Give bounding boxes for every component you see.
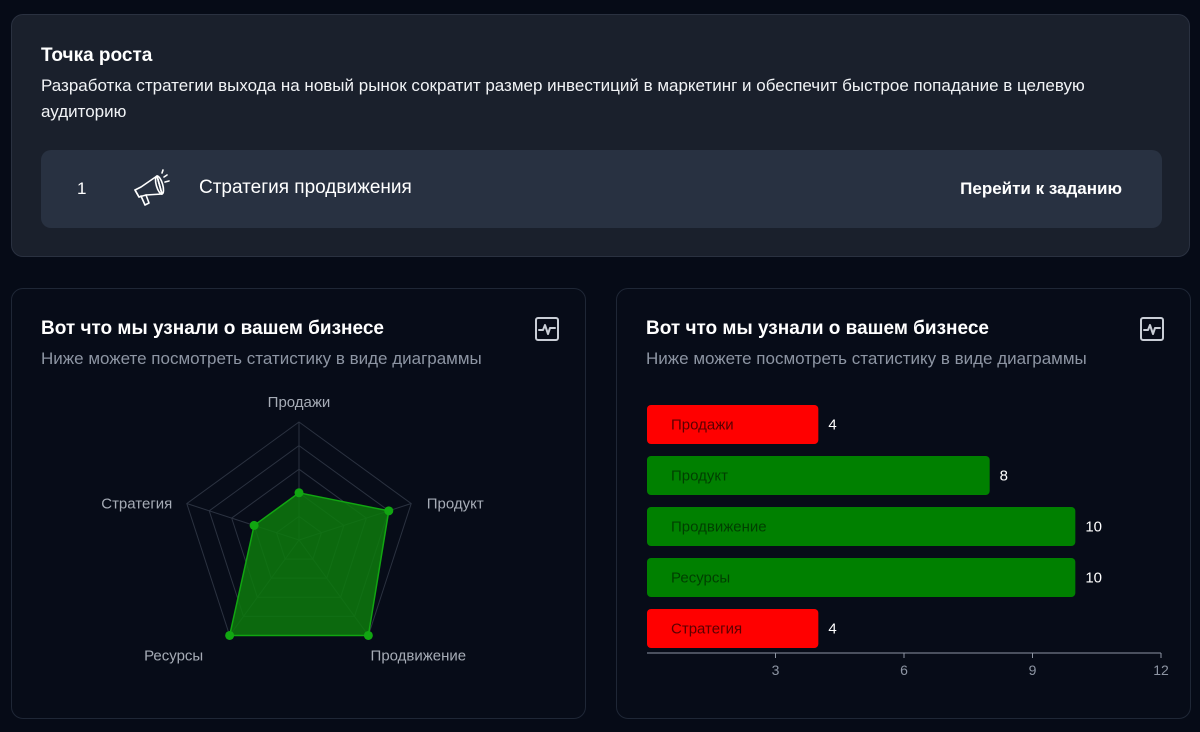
panel-subtitle: Ниже можете посмотреть статистику в виде… (41, 349, 482, 368)
bar-panel: Продажи 4 Продукт 8 Продвижение 10 Ресурсы 10 Ст… (616, 288, 1191, 719)
radar-point (294, 488, 304, 498)
task-label: Стратегия продвижения (199, 177, 412, 198)
task-number: 1 (77, 179, 87, 198)
go-to-task-link[interactable]: Перейти к заданию (960, 179, 1122, 199)
radar-area (228, 491, 390, 637)
bar-category-label: Ресурсы (671, 570, 730, 587)
bar-category-label: Продвижение (671, 519, 767, 536)
radar-point (249, 520, 259, 530)
bar-category-label: Продажи (671, 417, 734, 434)
radar-point (363, 630, 373, 640)
bar-value-label: 8 (1000, 468, 1008, 485)
growth-card: Точка роста Разработка стратегии выхода … (11, 14, 1190, 257)
radar-point (225, 630, 235, 640)
radar-axis-label: Продажи (268, 394, 331, 411)
x-tick-label: 9 (1029, 662, 1037, 678)
x-tick-label: 3 (772, 662, 780, 678)
radar-axis-label: Ресурсы (144, 647, 203, 664)
bar-value-label: 10 (1085, 570, 1102, 587)
chart-pulse-icon[interactable] (534, 316, 560, 342)
x-tick-label: 6 (900, 662, 908, 678)
panel-title: Вот что мы узнали о вашем бизнесе (41, 318, 384, 339)
radar-panel: Продажи Продукт Продвижение Ресурсы Стратеги… (11, 288, 586, 719)
radar-point (384, 506, 394, 516)
bar-value-label: 4 (828, 417, 836, 434)
x-tick-label: 12 (1153, 662, 1169, 678)
growth-title: Точка роста (41, 45, 153, 66)
radar-axis-label: Продукт (427, 496, 484, 513)
chart-pulse-icon[interactable] (1139, 316, 1165, 342)
panel-title: Вот что мы узнали о вашем бизнесе (646, 318, 989, 339)
bar-value-label: 10 (1085, 519, 1102, 536)
bar-category-label: Продукт (671, 468, 728, 485)
bar-category-label: Стратегия (671, 621, 742, 638)
megaphone-icon (134, 169, 170, 206)
radar-axis-label: Стратегия (101, 496, 172, 513)
bar-value-label: 4 (828, 621, 836, 638)
growth-description: Разработка стратегии выхода на новый рын… (41, 76, 1085, 121)
task-row[interactable]: 1 Стратегия продвижения Перейти к задани… (41, 150, 1162, 228)
panel-subtitle: Ниже можете посмотреть статистику в виде… (646, 349, 1087, 368)
radar-axis-label: Продвижение (371, 647, 467, 664)
